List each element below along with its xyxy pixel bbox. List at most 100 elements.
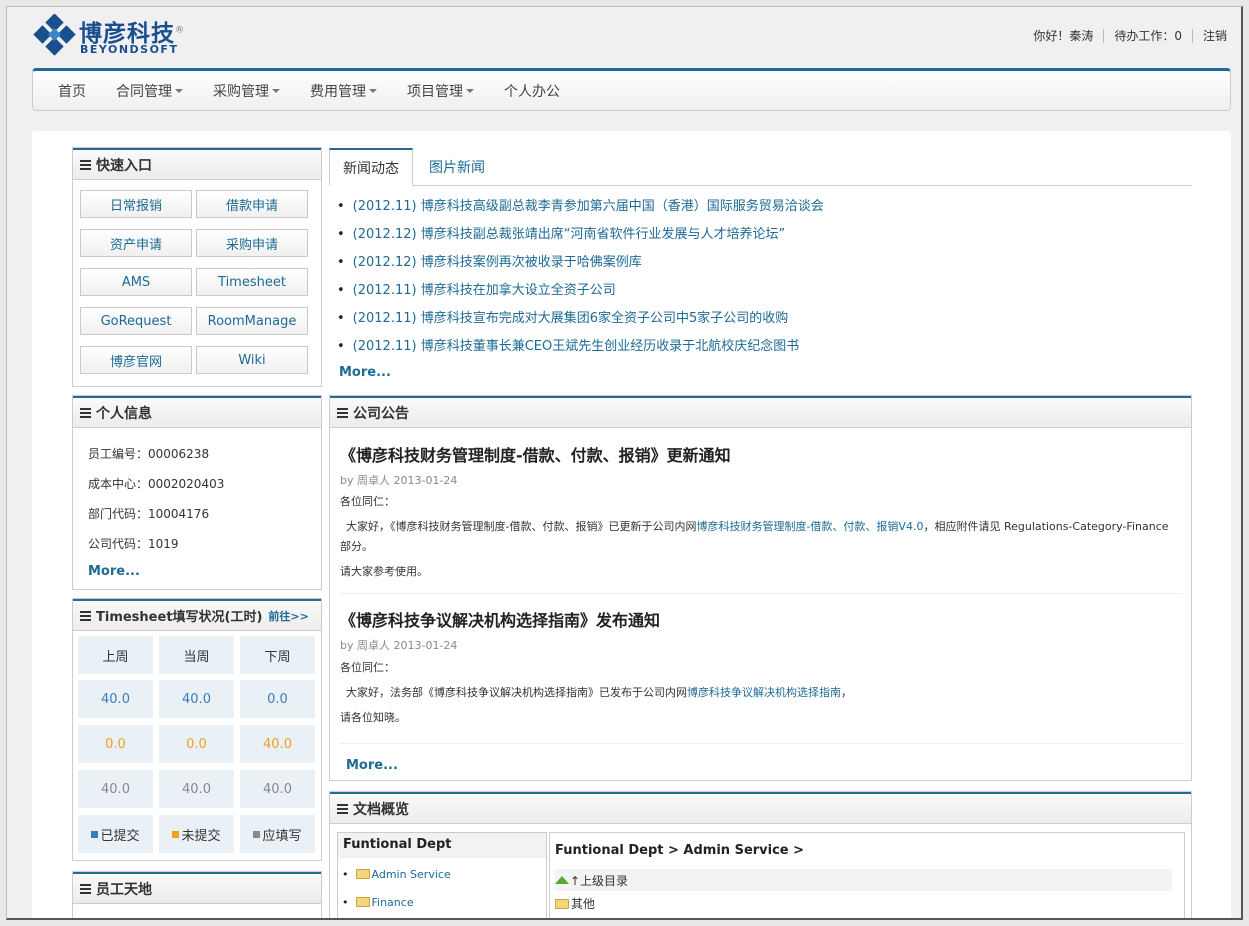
nav-expense[interactable]: 费用管理 bbox=[295, 81, 392, 101]
news-item[interactable]: (2012.11) 博彦科技董事长兼CEO王斌先生创业经历收录于北航校庆纪念图书 bbox=[337, 335, 800, 354]
ts-required-cell: 40.0 bbox=[240, 770, 315, 808]
news-item[interactable]: (2012.12) 博彦科技案例再次被收录于哈佛案例库 bbox=[337, 251, 642, 270]
tab-news[interactable]: 新闻动态 bbox=[329, 148, 413, 186]
ts-unsubmitted-cell: 40.0 bbox=[240, 725, 315, 763]
user-bar: 你好！秦涛 待办工作：0 注销 bbox=[1033, 27, 1227, 44]
announcement-byline: by 周卓人 2013-01-24 bbox=[340, 639, 458, 652]
quick-btn-timesheet[interactable]: Timesheet bbox=[196, 268, 308, 296]
announcement-greeting: 各位同仁： bbox=[340, 495, 395, 508]
caret-down-icon bbox=[175, 88, 183, 93]
nav-contract[interactable]: 合同管理 bbox=[101, 81, 198, 101]
main-nav: 首页 合同管理 采购管理 费用管理 项目管理 个人办公 bbox=[32, 68, 1231, 111]
list-icon bbox=[80, 407, 91, 418]
ts-submitted-cell: 0.0 bbox=[240, 680, 315, 718]
list-icon bbox=[80, 883, 91, 894]
pending-tasks-link[interactable]: 待办工作：0 bbox=[1114, 27, 1182, 44]
announcement-greeting: 各位同仁： bbox=[340, 661, 395, 674]
ts-required-cell: 40.0 bbox=[78, 770, 153, 808]
quick-btn-asset[interactable]: 资产申请 bbox=[80, 229, 192, 257]
legend-swatch-icon bbox=[91, 830, 99, 838]
tree-item-finance[interactable]: • Finance bbox=[342, 896, 414, 909]
staff-panel: 员工天地 bbox=[72, 871, 322, 918]
panel-header: 文档概览 bbox=[330, 792, 1191, 824]
divider bbox=[340, 743, 1183, 744]
folder-icon bbox=[555, 899, 569, 909]
announcement-title[interactable]: 《博彦科技财务管理制度-借款、付款、报销》更新通知 bbox=[340, 442, 731, 466]
logo-text-en: BEYONDSOFT bbox=[80, 43, 179, 56]
doc-browser: Funtional Dept > Admin Service > ↑上级目录 其… bbox=[549, 832, 1185, 918]
announcement-body: 大家好，《博彦科技财务管理制度-借款、付款、报销》已更新于公司内网博彦科技财务管… bbox=[340, 520, 1169, 553]
legend-swatch-icon bbox=[253, 830, 261, 838]
quick-btn-expense[interactable]: 日常报销 bbox=[80, 190, 192, 218]
ts-legend-unsubmitted: 未提交 bbox=[159, 815, 234, 853]
timesheet-panel: Timesheet填写状况(工时) 前往>> 上周 当周 下周 40.0 40.… bbox=[72, 598, 322, 861]
news-tabs: 新闻动态 图片新闻 bbox=[329, 148, 1192, 186]
announcement-closing: 请各位知晓。 bbox=[340, 711, 406, 724]
personal-more-link[interactable]: More... bbox=[88, 564, 140, 579]
ts-header-this-week: 当周 bbox=[159, 636, 234, 674]
tree-item-admin-service[interactable]: • Admin Service bbox=[342, 868, 451, 881]
quick-btn-loan[interactable]: 借款申请 bbox=[196, 190, 308, 218]
quick-btn-gorequest[interactable]: GoRequest bbox=[80, 307, 192, 335]
caret-down-icon bbox=[369, 88, 377, 93]
panel-header: 公司公告 bbox=[330, 396, 1191, 428]
nav-purchase[interactable]: 采购管理 bbox=[198, 81, 295, 101]
announcement-closing: 请大家参考使用。 bbox=[340, 565, 428, 578]
caret-down-icon bbox=[466, 88, 474, 93]
nav-personal-office[interactable]: 个人办公 bbox=[489, 81, 575, 101]
quick-btn-purchase[interactable]: 采购申请 bbox=[196, 229, 308, 257]
header: 博彦科技® BEYONDSOFT 你好！秦涛 待办工作：0 注销 bbox=[7, 7, 1241, 67]
quick-btn-wiki[interactable]: Wiki bbox=[196, 346, 308, 374]
cost-center: 成本中心：0002020403 bbox=[88, 477, 225, 491]
announcements-more-link[interactable]: More... bbox=[346, 758, 398, 773]
timesheet-goto-link[interactable]: 前往>> bbox=[268, 608, 308, 624]
dept-code: 部门代码：10004176 bbox=[88, 507, 210, 521]
quick-btn-ams[interactable]: AMS bbox=[80, 268, 192, 296]
employee-id: 员工编号：00006238 bbox=[88, 447, 210, 461]
news-more-link[interactable]: More... bbox=[339, 365, 391, 380]
folder-icon bbox=[355, 869, 370, 879]
nav-project[interactable]: 项目管理 bbox=[392, 81, 489, 101]
panel-header: 个人信息 bbox=[73, 396, 321, 428]
panel-title: Timesheet填写状况(工时) bbox=[96, 610, 263, 625]
up-arrow-icon bbox=[555, 876, 569, 884]
announcement-link[interactable]: 博彦科技争议解决机构选择指南 bbox=[687, 686, 841, 699]
doc-tree-title: Funtional Dept bbox=[338, 833, 546, 858]
ts-legend-submitted: 已提交 bbox=[78, 815, 153, 853]
logo-mark-icon bbox=[33, 14, 76, 56]
news-item[interactable]: (2012.11) 博彦科技宣布完成对大展集团6家全资子公司中5家子公司的收购 bbox=[337, 307, 789, 326]
quick-btn-roommanage[interactable]: RoomManage bbox=[196, 307, 308, 335]
list-icon bbox=[337, 407, 348, 418]
parent-dir-link[interactable]: ↑上级目录 bbox=[555, 869, 1172, 891]
tab-picture-news[interactable]: 图片新闻 bbox=[429, 148, 485, 186]
folder-item[interactable]: 其他 bbox=[555, 895, 595, 912]
nav-home[interactable]: 首页 bbox=[43, 81, 101, 101]
divider bbox=[1103, 28, 1105, 43]
divider bbox=[1191, 28, 1193, 43]
ts-header-next-week: 下周 bbox=[240, 636, 315, 674]
quick-entry-panel: 快速入口 日常报销 借款申请 资产申请 采购申请 AMS Timesheet G… bbox=[72, 147, 322, 387]
news-item[interactable]: (2012.11) 博彦科技在加拿大设立全资子公司 bbox=[337, 279, 616, 298]
panel-title: 公司公告 bbox=[353, 405, 409, 422]
ts-legend-required: 应填写 bbox=[240, 815, 315, 853]
doc-breadcrumb: Funtional Dept > Admin Service > bbox=[555, 843, 805, 858]
news-item[interactable]: (2012.11) 博彦科技高级副总裁李青参加第六届中国（香港）国际服务贸易洽谈… bbox=[337, 195, 824, 214]
list-icon bbox=[80, 610, 91, 621]
logout-link[interactable]: 注销 bbox=[1203, 27, 1227, 44]
announcement-title[interactable]: 《博彦科技争议解决机构选择指南》发布通知 bbox=[340, 607, 660, 631]
quick-btn-website[interactable]: 博彦官网 bbox=[80, 346, 192, 374]
folder-icon bbox=[355, 897, 370, 907]
announcement-link[interactable]: 博彦科技财务管理制度-借款、付款、报销V4.0 bbox=[696, 520, 923, 533]
browser-frame: 博彦科技® BEYONDSOFT 你好！秦涛 待办工作：0 注销 首页 合同管理… bbox=[6, 6, 1243, 920]
ts-submitted-cell: 40.0 bbox=[78, 680, 153, 718]
legend-swatch-icon bbox=[172, 830, 180, 838]
main-content: 快速入口 日常报销 借款申请 资产申请 采购申请 AMS Timesheet G… bbox=[32, 131, 1231, 918]
ts-header-last-week: 上周 bbox=[78, 636, 153, 674]
divider bbox=[340, 593, 1183, 594]
ts-unsubmitted-cell: 0.0 bbox=[78, 725, 153, 763]
logo[interactable]: 博彦科技® BEYONDSOFT bbox=[33, 14, 203, 58]
panel-header: 快速入口 bbox=[73, 148, 321, 180]
news-item[interactable]: (2012.12) 博彦科技副总裁张靖出席“河南省软件行业发展与人才培养论坛” bbox=[337, 223, 786, 242]
ts-unsubmitted-cell: 0.0 bbox=[159, 725, 234, 763]
panel-title: 个人信息 bbox=[96, 405, 152, 422]
